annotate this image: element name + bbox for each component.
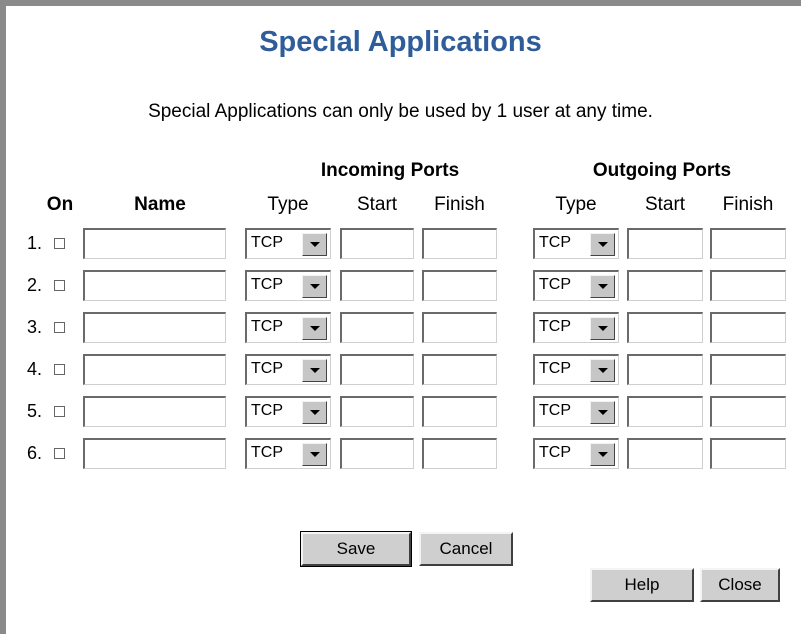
dropdown-arrow-icon[interactable] xyxy=(302,359,327,382)
dropdown-arrow-icon[interactable] xyxy=(302,233,327,256)
incoming-finish-input[interactable] xyxy=(422,312,497,343)
select-value: TCP xyxy=(539,444,571,461)
outgoing-start-input[interactable] xyxy=(627,312,703,343)
col-header-in-type: Type xyxy=(267,194,309,215)
outgoing-type-select[interactable]: TCP xyxy=(533,438,619,469)
dropdown-arrow-icon[interactable] xyxy=(302,443,327,466)
outgoing-start-input[interactable] xyxy=(627,228,703,259)
row-number: 3. xyxy=(27,317,43,337)
incoming-type-select[interactable]: TCP xyxy=(245,228,331,259)
select-value: TCP xyxy=(539,276,571,293)
help-button[interactable]: Help xyxy=(590,568,694,602)
col-header-in-finish: Finish xyxy=(434,194,485,215)
save-button[interactable]: Save xyxy=(300,531,412,567)
outgoing-start-input[interactable] xyxy=(627,270,703,301)
outgoing-type-select[interactable]: TCP xyxy=(533,312,619,343)
row-on-checkbox[interactable] xyxy=(54,322,65,333)
dropdown-arrow-icon[interactable] xyxy=(302,275,327,298)
outgoing-start-input[interactable] xyxy=(627,438,703,469)
col-header-in-start: Start xyxy=(356,194,398,215)
page-subtitle: Special Applications can only be used by… xyxy=(148,101,653,122)
dropdown-arrow-icon[interactable] xyxy=(302,401,327,424)
outgoing-ports-heading: Outgoing Ports xyxy=(592,160,732,181)
dropdown-arrow-icon[interactable] xyxy=(590,233,615,256)
col-header-on: On xyxy=(46,194,74,215)
dropdown-arrow-icon[interactable] xyxy=(590,443,615,466)
outgoing-start-input[interactable] xyxy=(627,354,703,385)
select-value: TCP xyxy=(251,444,283,461)
incoming-start-input[interactable] xyxy=(340,438,414,469)
incoming-ports-heading: Incoming Ports xyxy=(320,160,460,181)
incoming-type-select[interactable]: TCP xyxy=(245,270,331,301)
row-number: 2. xyxy=(27,275,43,295)
col-header-name: Name xyxy=(134,194,186,215)
row-number: 1. xyxy=(27,233,43,253)
incoming-finish-input[interactable] xyxy=(422,438,497,469)
name-input[interactable] xyxy=(83,396,226,427)
row-number: 5. xyxy=(27,401,43,421)
outgoing-finish-input[interactable] xyxy=(710,438,786,469)
row-number: 4. xyxy=(27,359,43,379)
row-on-checkbox[interactable] xyxy=(54,238,65,249)
row-on-checkbox[interactable] xyxy=(54,448,65,459)
incoming-start-input[interactable] xyxy=(340,396,414,427)
dropdown-arrow-icon[interactable] xyxy=(302,317,327,340)
outgoing-type-select[interactable]: TCP xyxy=(533,396,619,427)
incoming-finish-input[interactable] xyxy=(422,228,497,259)
incoming-start-input[interactable] xyxy=(340,312,414,343)
select-value: TCP xyxy=(539,360,571,377)
dropdown-arrow-icon[interactable] xyxy=(590,317,615,340)
col-header-out-finish: Finish xyxy=(722,194,774,215)
cancel-button[interactable]: Cancel xyxy=(419,532,513,566)
name-input[interactable] xyxy=(83,270,226,301)
outgoing-finish-input[interactable] xyxy=(710,396,786,427)
page-title: Special Applications xyxy=(259,26,542,58)
outgoing-type-select[interactable]: TCP xyxy=(533,354,619,385)
incoming-finish-input[interactable] xyxy=(422,396,497,427)
incoming-type-select[interactable]: TCP xyxy=(245,396,331,427)
outgoing-start-input[interactable] xyxy=(627,396,703,427)
select-value: TCP xyxy=(539,234,571,251)
incoming-type-select[interactable]: TCP xyxy=(245,312,331,343)
incoming-start-input[interactable] xyxy=(340,270,414,301)
select-value: TCP xyxy=(251,276,283,293)
select-value: TCP xyxy=(539,402,571,419)
incoming-finish-input[interactable] xyxy=(422,270,497,301)
name-input[interactable] xyxy=(83,438,226,469)
outgoing-type-select[interactable]: TCP xyxy=(533,270,619,301)
outgoing-type-select[interactable]: TCP xyxy=(533,228,619,259)
dropdown-arrow-icon[interactable] xyxy=(590,359,615,382)
outgoing-finish-input[interactable] xyxy=(710,354,786,385)
select-value: TCP xyxy=(251,402,283,419)
outgoing-finish-input[interactable] xyxy=(710,228,786,259)
row-on-checkbox[interactable] xyxy=(54,406,65,417)
name-input[interactable] xyxy=(83,354,226,385)
select-value: TCP xyxy=(251,318,283,335)
close-button[interactable]: Close xyxy=(700,568,780,602)
col-header-out-type: Type xyxy=(555,194,597,215)
select-value: TCP xyxy=(251,360,283,377)
incoming-type-select[interactable]: TCP xyxy=(245,354,331,385)
incoming-start-input[interactable] xyxy=(340,354,414,385)
select-value: TCP xyxy=(539,318,571,335)
row-on-checkbox[interactable] xyxy=(54,364,65,375)
name-input[interactable] xyxy=(83,312,226,343)
incoming-type-select[interactable]: TCP xyxy=(245,438,331,469)
row-number: 6. xyxy=(27,443,43,463)
row-on-checkbox[interactable] xyxy=(54,280,65,291)
outgoing-finish-input[interactable] xyxy=(710,270,786,301)
dropdown-arrow-icon[interactable] xyxy=(590,401,615,424)
incoming-start-input[interactable] xyxy=(340,228,414,259)
col-header-out-start: Start xyxy=(644,194,686,215)
outgoing-finish-input[interactable] xyxy=(710,312,786,343)
name-input[interactable] xyxy=(83,228,226,259)
select-value: TCP xyxy=(251,234,283,251)
incoming-finish-input[interactable] xyxy=(422,354,497,385)
dropdown-arrow-icon[interactable] xyxy=(590,275,615,298)
